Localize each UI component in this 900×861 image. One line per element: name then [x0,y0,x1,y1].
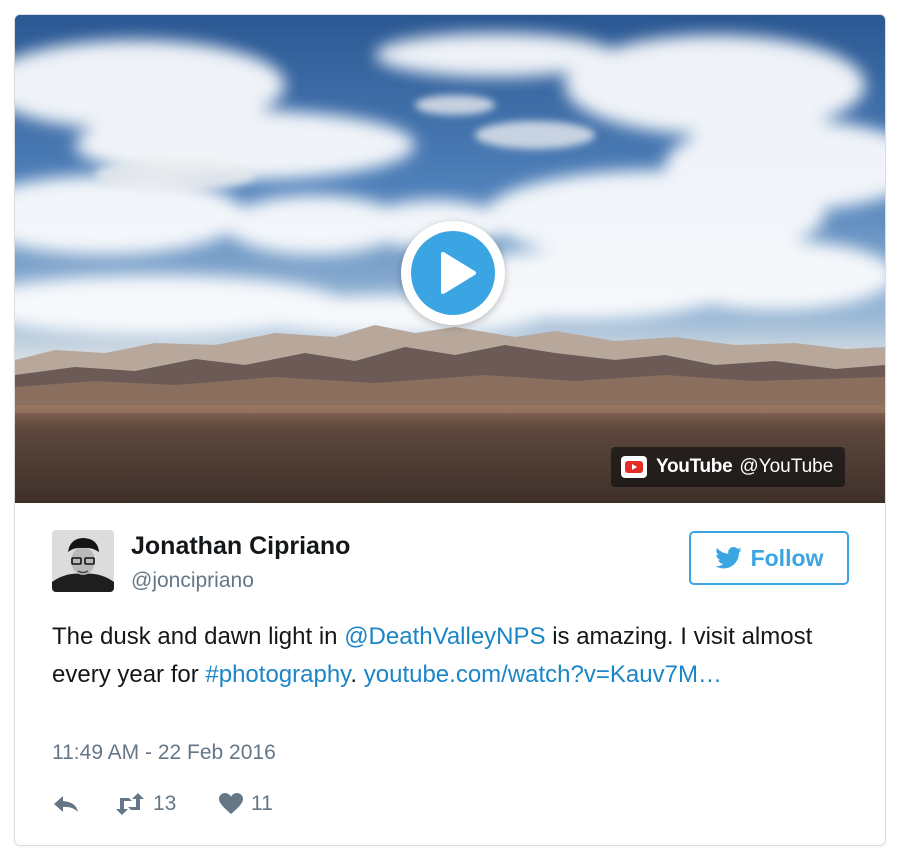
retweet-icon [114,792,146,816]
video-thumbnail[interactable]: YouTube @YouTube [15,15,885,503]
youtube-logo-icon [621,456,647,478]
play-button[interactable] [401,221,505,325]
reply-icon [52,792,80,816]
author-display-name[interactable]: Jonathan Cipriano [131,532,350,561]
author-screen-name[interactable]: @joncipriano [131,569,254,593]
provider-handle: @YouTube [739,456,834,477]
like-count: 11 [251,792,273,815]
embedded-tweet-card: YouTube @YouTube Jonathan Cipriano @jonc… [14,14,886,846]
like-button[interactable]: 11 [218,789,273,819]
heart-icon [218,792,244,816]
mention-link[interactable]: @DeathValleyNPS [344,623,545,650]
tweet-text-part: . [350,661,364,688]
retweet-button[interactable]: 13 [114,789,176,819]
hashtag-link[interactable]: #photography [205,661,350,688]
follow-button[interactable]: Follow [689,531,849,585]
follow-label: Follow [750,544,824,571]
twitter-bird-icon [714,547,742,569]
play-icon [441,252,476,294]
avatar[interactable] [52,530,114,592]
tweet-text-part: The dusk and dawn light in [52,623,345,650]
video-url-link[interactable]: youtube.com/watch?v=Kauv7M… [364,661,722,688]
tweet-text: The dusk and dawn light in @DeathValleyN… [52,618,842,694]
youtube-attribution[interactable]: YouTube @YouTube [611,447,846,487]
retweet-count: 13 [153,792,177,815]
provider-name: YouTube [656,456,733,477]
tweet-timestamp[interactable]: 11:49 AM - 22 Feb 2016 [52,741,276,765]
reply-button[interactable] [52,789,80,819]
